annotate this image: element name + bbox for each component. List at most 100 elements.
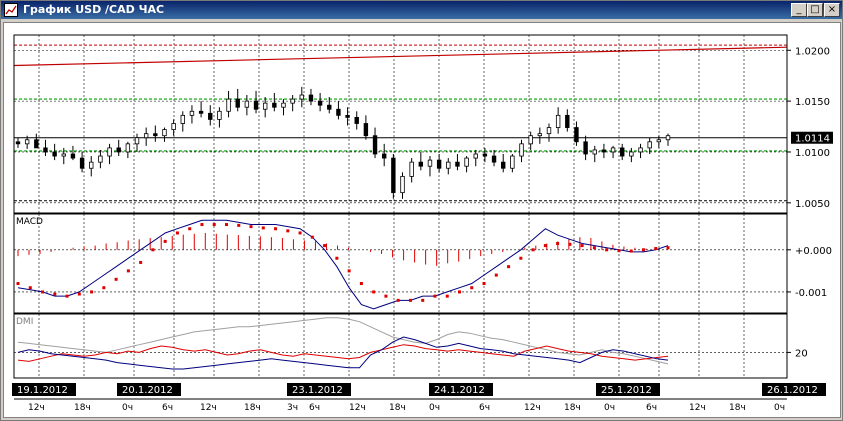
macd-signal-dot xyxy=(335,256,339,260)
macd-signal-dot xyxy=(568,242,572,246)
candle-body xyxy=(107,147,112,157)
hour-label: 12ч xyxy=(689,403,706,413)
candle-body xyxy=(546,127,552,135)
hour-label: 18ч xyxy=(564,403,581,413)
chart-area[interactable]: 1.0200 1.0150 1.0100 1.0050 1.0114 MACD +0.00… xyxy=(3,22,841,418)
macd-signal-dot xyxy=(261,226,265,230)
close-button[interactable]: × xyxy=(824,3,840,17)
hour-label: 6ч xyxy=(479,403,490,413)
macd-signal-dot xyxy=(617,249,621,253)
macd-panel: MACD +0.000 -0.001 xyxy=(14,217,832,310)
macd-signal-dot xyxy=(41,290,45,294)
candle-body xyxy=(116,147,121,153)
macd-tick-label: -0.001 xyxy=(795,288,827,299)
candle-body xyxy=(226,98,231,112)
macd-signal-dot xyxy=(237,223,241,227)
macd-signal-dot xyxy=(151,248,155,252)
candle-body xyxy=(620,147,625,157)
candle-body xyxy=(455,161,460,167)
panel-frame xyxy=(13,313,788,379)
macd-signal-dot xyxy=(556,241,560,245)
macd-signal-dot xyxy=(65,294,69,298)
macd-signal-dot xyxy=(298,231,302,235)
macd-signal-dot xyxy=(458,290,462,294)
macd-signal-dot xyxy=(114,277,118,281)
candle-body xyxy=(583,141,588,155)
macd-signal-dot xyxy=(592,246,596,250)
hour-label: 18ч xyxy=(389,403,406,413)
candle-body xyxy=(528,135,533,145)
window-title: График USD /CAD ЧАС xyxy=(23,3,165,16)
candle-body xyxy=(418,161,424,167)
chart-canvas[interactable]: 1.0200 1.0150 1.0100 1.0050 1.0114 MACD +0.00… xyxy=(4,23,840,417)
candle-body xyxy=(317,100,323,106)
candle-body xyxy=(647,141,652,149)
candle-body xyxy=(244,100,250,108)
macd-signal-dot xyxy=(519,256,523,260)
title-bar[interactable]: График USD /CAD ЧАС _ □ × xyxy=(1,1,842,19)
hour-label: 6ч xyxy=(162,403,173,413)
macd-signal-dot xyxy=(175,231,179,235)
grid-lines xyxy=(38,35,745,378)
macd-signal-dot xyxy=(531,248,535,252)
macd-signal-dot xyxy=(77,292,81,296)
candle-body xyxy=(34,139,39,149)
minimize-button[interactable]: _ xyxy=(791,3,807,17)
macd-signal-dot xyxy=(286,229,290,233)
macd-signal-dot xyxy=(396,298,400,302)
chart-app-icon xyxy=(4,3,18,17)
macd-signal-dot xyxy=(433,294,437,298)
hour-label: 3ч xyxy=(287,403,298,413)
macd-signal-dot xyxy=(102,286,106,290)
hour-label: 0ч xyxy=(774,403,785,413)
macd-signal-dot xyxy=(384,294,388,298)
macd-signal-dot xyxy=(666,246,670,250)
candle-body xyxy=(372,135,378,155)
macd-signal-dot xyxy=(641,248,645,252)
macd-signal-dot xyxy=(28,286,32,290)
price-panel: 1.0200 1.0150 1.0100 1.0050 1.0114 xyxy=(13,44,833,210)
candle-body xyxy=(574,127,579,143)
hour-label: 18ч xyxy=(244,403,261,413)
candle-body xyxy=(482,153,488,157)
candle-body xyxy=(354,116,359,124)
dmi-label: DMI xyxy=(16,317,33,327)
candle-body xyxy=(473,153,478,159)
candle-body xyxy=(409,161,414,177)
candle-body xyxy=(24,139,30,145)
maximize-button[interactable]: □ xyxy=(807,3,823,17)
macd-signal-dot xyxy=(16,282,20,286)
dmi-adx-line xyxy=(17,317,669,365)
macd-signal-dot xyxy=(543,244,547,248)
macd-signal-dot xyxy=(212,223,216,227)
candle-body xyxy=(592,149,597,155)
chart-window: График USD /CAD ЧАС _ □ × 1.0200 1.0150 1.… xyxy=(0,0,843,421)
macd-tick-label: +0.000 xyxy=(795,246,832,257)
macd-signal-dot xyxy=(323,244,327,248)
candle-body xyxy=(638,147,643,153)
candle-body xyxy=(565,114,570,128)
candle-body xyxy=(290,98,295,104)
candle-body xyxy=(98,155,103,163)
hour-label: 12ч xyxy=(349,403,366,413)
candle-body xyxy=(281,102,286,108)
macd-signal-dot xyxy=(310,235,314,239)
candle-body xyxy=(327,104,332,110)
macd-signal-dot xyxy=(163,239,167,243)
candle-body xyxy=(208,112,213,120)
macd-signal-dot xyxy=(200,223,204,227)
candle-body xyxy=(510,155,515,169)
candle-body xyxy=(501,161,506,169)
dmi-tick-label: 20 xyxy=(795,348,808,359)
candle-body xyxy=(610,147,616,153)
macd-signal-dot xyxy=(507,265,511,269)
candle-body xyxy=(198,110,204,114)
candle-body xyxy=(171,123,176,130)
candle-body xyxy=(235,98,240,108)
macd-signal-dot xyxy=(372,290,376,294)
hour-label: 12ч xyxy=(524,403,541,413)
price-tick-label: 1.0200 xyxy=(795,46,830,57)
macd-signal-dot xyxy=(274,227,278,231)
panel-frame xyxy=(13,213,788,314)
date-label: 19.1.2012 xyxy=(17,385,68,396)
